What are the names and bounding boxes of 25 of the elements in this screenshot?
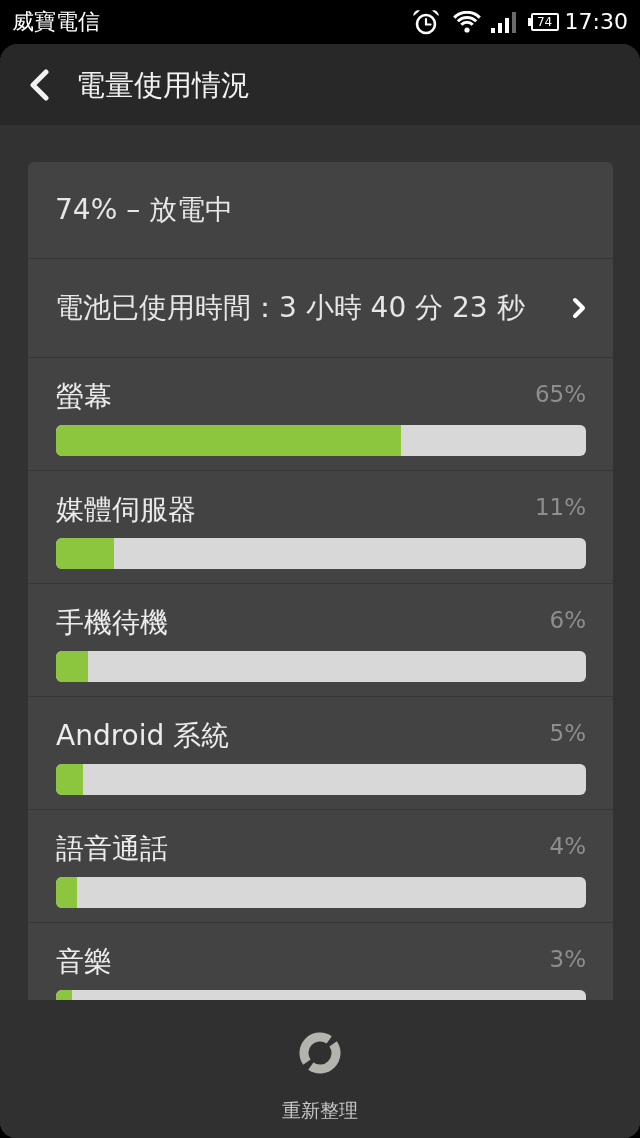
app-name: 螢幕: [56, 381, 112, 413]
app-name: 媒體伺服器: [56, 494, 196, 526]
clock-time: 17:30: [564, 8, 628, 36]
battery-status: 74% – 放電中: [55, 192, 234, 228]
app-name: 手機待機: [56, 607, 168, 639]
usage-percent: 11%: [534, 494, 586, 520]
battery-usage-row[interactable]: 電池已使用時間：3 小時 40 分 23 秒: [28, 258, 613, 357]
signal-icon: [489, 11, 516, 33]
usage-percent: 6%: [549, 607, 586, 633]
back-icon[interactable]: [28, 68, 50, 101]
usage-percent: 5%: [549, 720, 586, 746]
usage-percent: 4%: [549, 833, 586, 859]
page-title: 電量使用情況: [76, 66, 250, 103]
refresh-icon: [299, 1032, 341, 1074]
chevron-right-icon: [572, 297, 586, 319]
usage-percent: 3%: [549, 946, 586, 972]
carrier-name: 威寶電信: [12, 8, 100, 36]
wifi-icon: [451, 11, 482, 33]
usage-percent: 65%: [534, 381, 586, 407]
alarm-clock-icon: [411, 9, 440, 35]
app-name: Android 系統: [56, 720, 230, 752]
battery-percent: 74: [536, 15, 553, 29]
refresh-button[interactable]: 重新整理: [282, 1000, 358, 1121]
app-name: 語音通話: [56, 833, 168, 865]
app-name: 音樂: [56, 946, 112, 978]
